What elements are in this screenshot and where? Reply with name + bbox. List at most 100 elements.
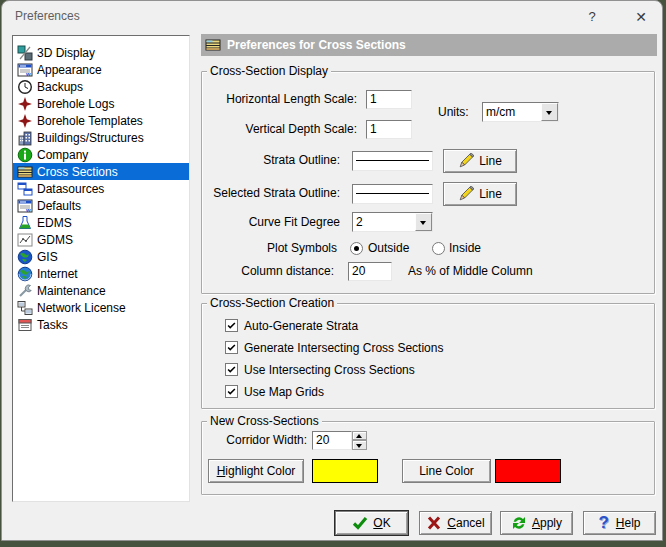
sidebar-item-gis[interactable]: GIS [13, 248, 189, 265]
checkbox-label: Use Intersecting Cross Sections [244, 363, 415, 377]
strata-line-button[interactable]: Line [443, 149, 517, 173]
display-3d-icon [17, 45, 33, 61]
pencil-icon [458, 153, 474, 169]
cancel-button[interactable]: Cancel [419, 511, 492, 535]
creation-checkbox-row[interactable]: Use Intersecting Cross Sections [225, 363, 443, 376]
backups-icon [17, 79, 33, 95]
sidebar-item-cross-sections[interactable]: Cross Sections [13, 163, 189, 180]
sidebar-item-network-license[interactable]: Network License [13, 299, 189, 316]
svg-text:w: w [25, 70, 31, 76]
svg-text:w: w [25, 206, 31, 212]
vertical-scale-label: Vertical Depth Scale: [212, 122, 357, 137]
buildings-icon [17, 130, 33, 146]
line-button-label: Line [479, 154, 502, 168]
sidebar-item-backups[interactable]: Backups [13, 78, 189, 95]
creation-checkbox-row[interactable]: Use Map Grids [225, 385, 443, 398]
maintenance-icon [17, 283, 33, 299]
sidebar-item-tasks[interactable]: Tasks [13, 316, 189, 333]
sidebar-item-borehole-templates[interactable]: Borehole Templates [13, 112, 189, 129]
curve-fit-label: Curve Fit Degree [192, 215, 340, 230]
sidebar-item-label: Company [37, 148, 88, 162]
highlight-color-button[interactable]: Highlight Color [208, 459, 304, 483]
column-distance-label: Column distance: [184, 264, 334, 279]
column-distance-input[interactable]: 20 [348, 262, 392, 281]
cross-sections-icon [17, 164, 33, 180]
cross-sections-icon [205, 37, 221, 53]
checkbox[interactable] [225, 385, 238, 398]
checkbox[interactable] [225, 319, 238, 332]
sidebar-item-label: Backups [37, 80, 83, 94]
horizontal-scale-input[interactable]: 1 [366, 90, 412, 109]
sidebar-item-label: EDMS [37, 216, 72, 230]
sidebar-item-company[interactable]: Company [13, 146, 189, 163]
curve-fit-value: 2 [356, 214, 363, 230]
spin-down-icon[interactable] [352, 440, 367, 450]
apply-button[interactable]: Apply [500, 511, 573, 535]
creation-checkbox-row[interactable]: Generate Intersecting Cross Sections [225, 341, 443, 354]
selected-strata-outline-label: Selected Strata Outline: [157, 186, 340, 201]
units-combobox[interactable]: m/cm [482, 102, 559, 122]
help-button[interactable]: ? Help [583, 511, 656, 535]
strata-outline-label: Strata Outline: [182, 153, 340, 168]
gdms-icon [17, 232, 33, 248]
sidebar-item-label: Network License [37, 301, 126, 315]
units-label: Units: [438, 105, 469, 120]
defaults-icon: w [17, 198, 33, 214]
radio-outside[interactable] [350, 242, 363, 255]
panel-header: Preferences for Cross Sections [201, 34, 657, 56]
vertical-scale-input[interactable]: 1 [366, 120, 412, 139]
category-list: 3D Display w Appearance Backups Borehole Log… [12, 35, 190, 502]
combo-dropdown-icon[interactable] [415, 213, 432, 231]
selected-strata-line-button[interactable]: Line [443, 182, 517, 206]
sidebar-item-label: Borehole Logs [37, 97, 114, 111]
creation-checkbox-list: Auto-Generate Strata Generate Intersectin… [225, 319, 443, 407]
preferences-dialog: Preferences ? ✕ 3D Display w Appearance Bac… [1, 0, 663, 541]
borehole-templates-icon [17, 113, 33, 129]
question-icon: ? [598, 513, 608, 533]
refresh-icon [511, 515, 527, 531]
sidebar-item-label: Cross Sections [37, 165, 118, 179]
sidebar-item-maintenance[interactable]: Maintenance [13, 282, 189, 299]
title-bar: Preferences ? ✕ [2, 1, 662, 33]
sidebar-item-borehole-logs[interactable]: Borehole Logs [13, 95, 189, 112]
creation-checkbox-row[interactable]: Auto-Generate Strata [225, 319, 443, 332]
sidebar-item-appearance[interactable]: w Appearance [13, 61, 189, 78]
sidebar-item-label: Maintenance [37, 284, 106, 298]
company-icon [17, 147, 33, 163]
tasks-icon [17, 317, 33, 333]
checkbox[interactable] [225, 341, 238, 354]
sidebar-item-label: Tasks [37, 318, 68, 332]
cancel-label: Cancel [447, 516, 484, 530]
close-button[interactable]: ✕ [631, 7, 651, 27]
combo-dropdown-icon[interactable] [541, 103, 558, 121]
sidebar-item-internet[interactable]: Internet [13, 265, 189, 282]
ok-button[interactable]: OK [335, 511, 408, 535]
sidebar-item-label: GIS [37, 250, 58, 264]
sidebar-item-label: Buildings/Structures [37, 131, 144, 145]
titlebar-help-button[interactable]: ? [582, 7, 602, 27]
radio-outside-label: Outside [368, 241, 409, 256]
help-label: Help [616, 516, 641, 530]
group-title: Cross-Section Creation [207, 296, 337, 311]
apply-label: Apply [532, 516, 562, 530]
check-icon [352, 515, 368, 531]
curve-fit-combobox[interactable]: 2 [352, 212, 433, 232]
corridor-width-input[interactable]: 20 [312, 431, 352, 450]
sidebar-item-display-3d[interactable]: 3D Display [13, 44, 189, 61]
sidebar-item-buildings[interactable]: Buildings/Structures [13, 129, 189, 146]
sidebar-item-gdms[interactable]: GDMS [13, 231, 189, 248]
line-color-button[interactable]: Line Color [402, 459, 491, 483]
spin-up-icon[interactable] [352, 431, 367, 440]
window-title: Preferences [15, 9, 80, 23]
group-title: New Cross-Sections [207, 414, 322, 429]
checkbox[interactable] [225, 363, 238, 376]
checkbox-label: Auto-Generate Strata [244, 319, 358, 333]
sidebar-item-label: Appearance [37, 63, 102, 77]
checkbox-label: Generate Intersecting Cross Sections [244, 341, 443, 355]
line-color-label: Line Color [419, 464, 474, 478]
horizontal-scale-label: Horizontal Length Scale: [212, 92, 357, 107]
borehole-logs-icon [17, 96, 33, 112]
sidebar-item-edms[interactable]: EDMS [13, 214, 189, 231]
line-button-label: Line [479, 187, 502, 201]
radio-inside[interactable] [432, 242, 445, 255]
